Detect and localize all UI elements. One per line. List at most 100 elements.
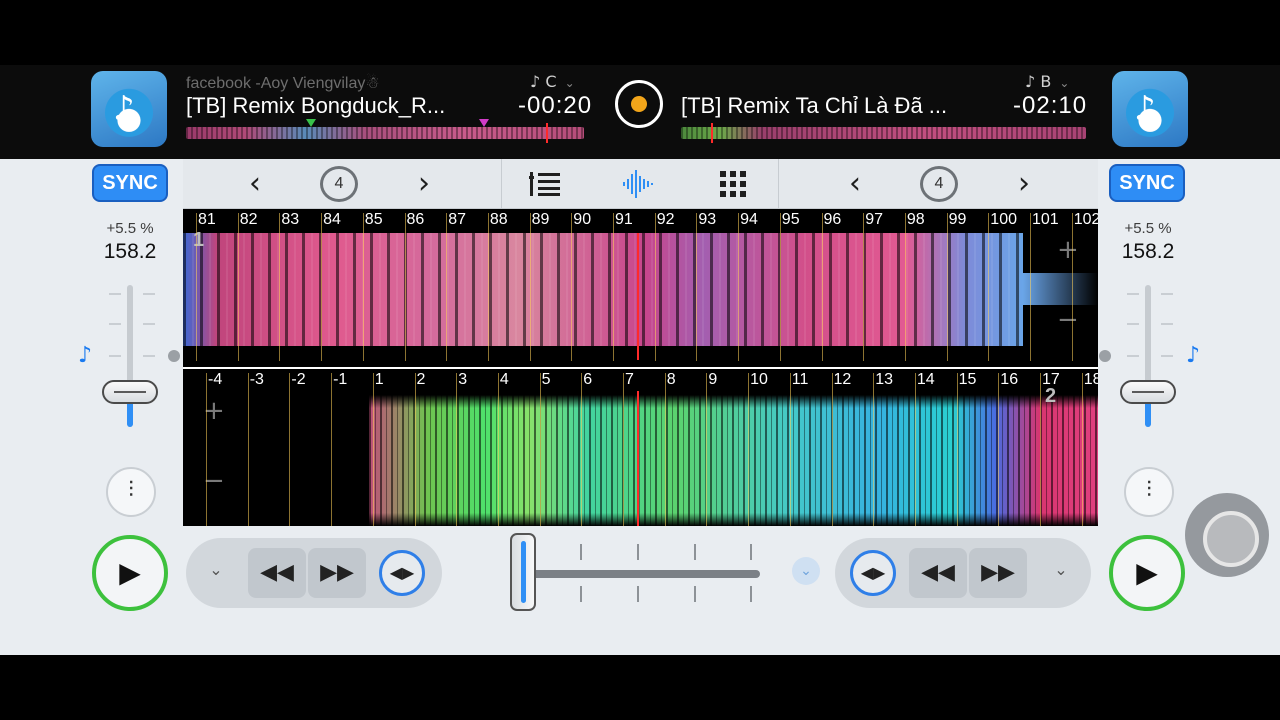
crossfader-tick xyxy=(694,586,696,602)
beat-number: 10 xyxy=(750,371,768,388)
deck-b-nudge-button[interactable]: ◀▶ xyxy=(850,550,896,596)
beat-number: 88 xyxy=(489,211,508,228)
deck-b-loop-button[interactable]: 4 xyxy=(917,164,961,204)
beat-grid-line xyxy=(372,373,374,526)
deck-b-pitch-fader[interactable] xyxy=(1145,285,1151,427)
beat-grid-line xyxy=(998,373,1000,526)
deck-a-eq-button[interactable]: ⫶ xyxy=(106,467,156,517)
beat-grid-line xyxy=(789,373,791,526)
deck-a-pitch-fader-knob[interactable] xyxy=(102,380,158,404)
beat-number: 96 xyxy=(823,211,842,228)
fader-tick xyxy=(109,323,121,325)
assistive-touch-button[interactable] xyxy=(1185,493,1269,577)
deck-a-pitch-fader[interactable] xyxy=(127,285,133,427)
grid-icon xyxy=(720,171,746,197)
chevron-down-icon[interactable]: ⌄ xyxy=(204,560,228,579)
deck-a-rewind-button[interactable]: ◀◀ xyxy=(248,548,306,598)
beat-number: 2 xyxy=(416,371,426,388)
music-note-icon: ♪ xyxy=(1134,89,1156,129)
deck-b-fast-forward-button[interactable]: ▶▶ xyxy=(969,548,1027,598)
deck-b-waveform[interactable] xyxy=(369,395,1098,526)
chevron-down-icon: ⌄ xyxy=(800,563,812,579)
crossfader-track[interactable] xyxy=(520,570,760,578)
nudge-icon: ◀▶ xyxy=(860,563,886,582)
beat-grid-line xyxy=(664,373,666,526)
deck-b-loop-prev-icon[interactable]: ‹ xyxy=(841,159,869,209)
beat-number: 99 xyxy=(948,211,967,228)
waveform-view-button[interactable] xyxy=(621,159,657,209)
deck-b-rewind-button[interactable]: ◀◀ xyxy=(909,548,967,598)
beat-grid-line xyxy=(654,213,656,361)
beat-number: 97 xyxy=(865,211,883,228)
deck-b-eq-button[interactable]: ⫶ xyxy=(1124,467,1174,517)
beat-grid-line xyxy=(821,213,823,361)
beat-grid-line xyxy=(279,213,281,361)
play-icon: ▶ xyxy=(1136,556,1158,589)
deck-a-waveform-body xyxy=(183,233,1023,346)
crossfader-tick xyxy=(580,544,582,560)
music-note-icon: ♪ xyxy=(113,89,135,129)
beat-grid-line xyxy=(206,373,207,526)
beat-number: -2 xyxy=(291,371,306,388)
deck-a-loop-button[interactable]: 4 xyxy=(317,164,361,204)
beat-grid-line xyxy=(706,373,708,526)
beat-grid-line xyxy=(946,213,948,361)
deck-b-sync-button[interactable]: SYNC xyxy=(1109,164,1185,202)
fader-tick xyxy=(143,323,155,325)
deck-b-beat-ruler: -4 -3 -2 -1 1 2 3 4 5 6 7 8 9 10 11 12 13 14 15 16 17 18 xyxy=(183,369,1098,391)
track-list-button[interactable] xyxy=(527,159,563,209)
deck-a-keylock-icon[interactable]: ♪ xyxy=(78,343,92,368)
deck-b-play-button[interactable]: ▶ xyxy=(1109,535,1185,611)
deck-b-overview-waveform[interactable] xyxy=(681,123,1086,143)
beat-number: 7 xyxy=(625,371,634,388)
deck-a-zoom-out-icon[interactable]: − xyxy=(1057,305,1079,335)
record-dot-icon xyxy=(631,96,647,112)
beat-grid-line xyxy=(571,213,573,361)
deck-a-overview-waveform[interactable] xyxy=(186,119,584,143)
crossfader-menu-button[interactable]: ⌄ xyxy=(792,557,820,585)
beat-grid-line xyxy=(1081,373,1083,526)
deck-a-time-remaining: -00:20 xyxy=(518,92,593,119)
beat-grid-line xyxy=(414,373,416,526)
deck-a-playhead xyxy=(637,233,639,360)
cue-marker-green-icon xyxy=(306,119,316,127)
deck-a-zoom-in-icon[interactable]: + xyxy=(1057,235,1079,265)
deck-a-loop-next-icon[interactable]: › xyxy=(410,159,438,209)
beat-number: 18 xyxy=(1083,371,1098,388)
deck-b-key[interactable]: ♪ B ⌄ xyxy=(1025,72,1069,91)
deck-b-keylock-icon[interactable]: ♪ xyxy=(1186,343,1200,368)
beat-number: 89 xyxy=(531,211,550,228)
toolbar: ‹ 4 › ‹ 4 › xyxy=(183,159,1098,209)
deck-b-pitch-fader-knob[interactable] xyxy=(1120,380,1176,404)
deck-a-fast-forward-button[interactable]: ▶▶ xyxy=(308,548,366,598)
deck-a-album-art[interactable]: ♪ xyxy=(91,71,167,147)
beat-grid-line xyxy=(1071,213,1073,361)
beat-number: 8 xyxy=(666,371,676,388)
waveform-area[interactable]: 81 82 83 84 85 86 87 88 89 90 91 92 93 94 95 96 97 98 99 10… xyxy=(183,209,1098,526)
beat-grid-line xyxy=(738,213,740,361)
deck-a-key[interactable]: ♪ C ⌄ xyxy=(530,72,575,91)
beat-number: 12 xyxy=(833,371,852,388)
fader-tick xyxy=(1127,323,1139,325)
chevron-down-icon[interactable]: ⌄ xyxy=(1049,560,1073,579)
deck-b-title[interactable]: [TB] Remix Ta Chỉ Là Đã ... xyxy=(681,93,947,119)
deck-a-loop-prev-icon[interactable]: ‹ xyxy=(241,159,269,209)
deck-b-loop-next-icon[interactable]: › xyxy=(1010,159,1038,209)
beat-number: 16 xyxy=(1000,371,1019,388)
center-record-button[interactable] xyxy=(615,80,663,128)
deck-a-play-button[interactable]: ▶ xyxy=(92,535,168,611)
deck-b-album-art[interactable]: ♪ xyxy=(1112,71,1188,147)
beat-number: 86 xyxy=(406,211,425,228)
crossfader-tick xyxy=(750,544,752,560)
deck-a-key-label: C xyxy=(545,72,557,91)
beat-grid-line xyxy=(779,213,781,361)
eq-sliders-icon: ⫶ xyxy=(128,478,134,503)
beat-grid-line xyxy=(446,213,448,361)
deck-a-title[interactable]: [TB] Remix Bongduck_R... xyxy=(186,93,445,119)
fader-tick xyxy=(143,293,155,295)
pads-grid-button[interactable] xyxy=(715,159,751,209)
crossfader-knob[interactable] xyxy=(510,533,536,611)
deck-a-sync-button[interactable]: SYNC xyxy=(92,164,168,202)
fader-tick xyxy=(1127,355,1139,357)
deck-a-nudge-button[interactable]: ◀▶ xyxy=(379,550,425,596)
